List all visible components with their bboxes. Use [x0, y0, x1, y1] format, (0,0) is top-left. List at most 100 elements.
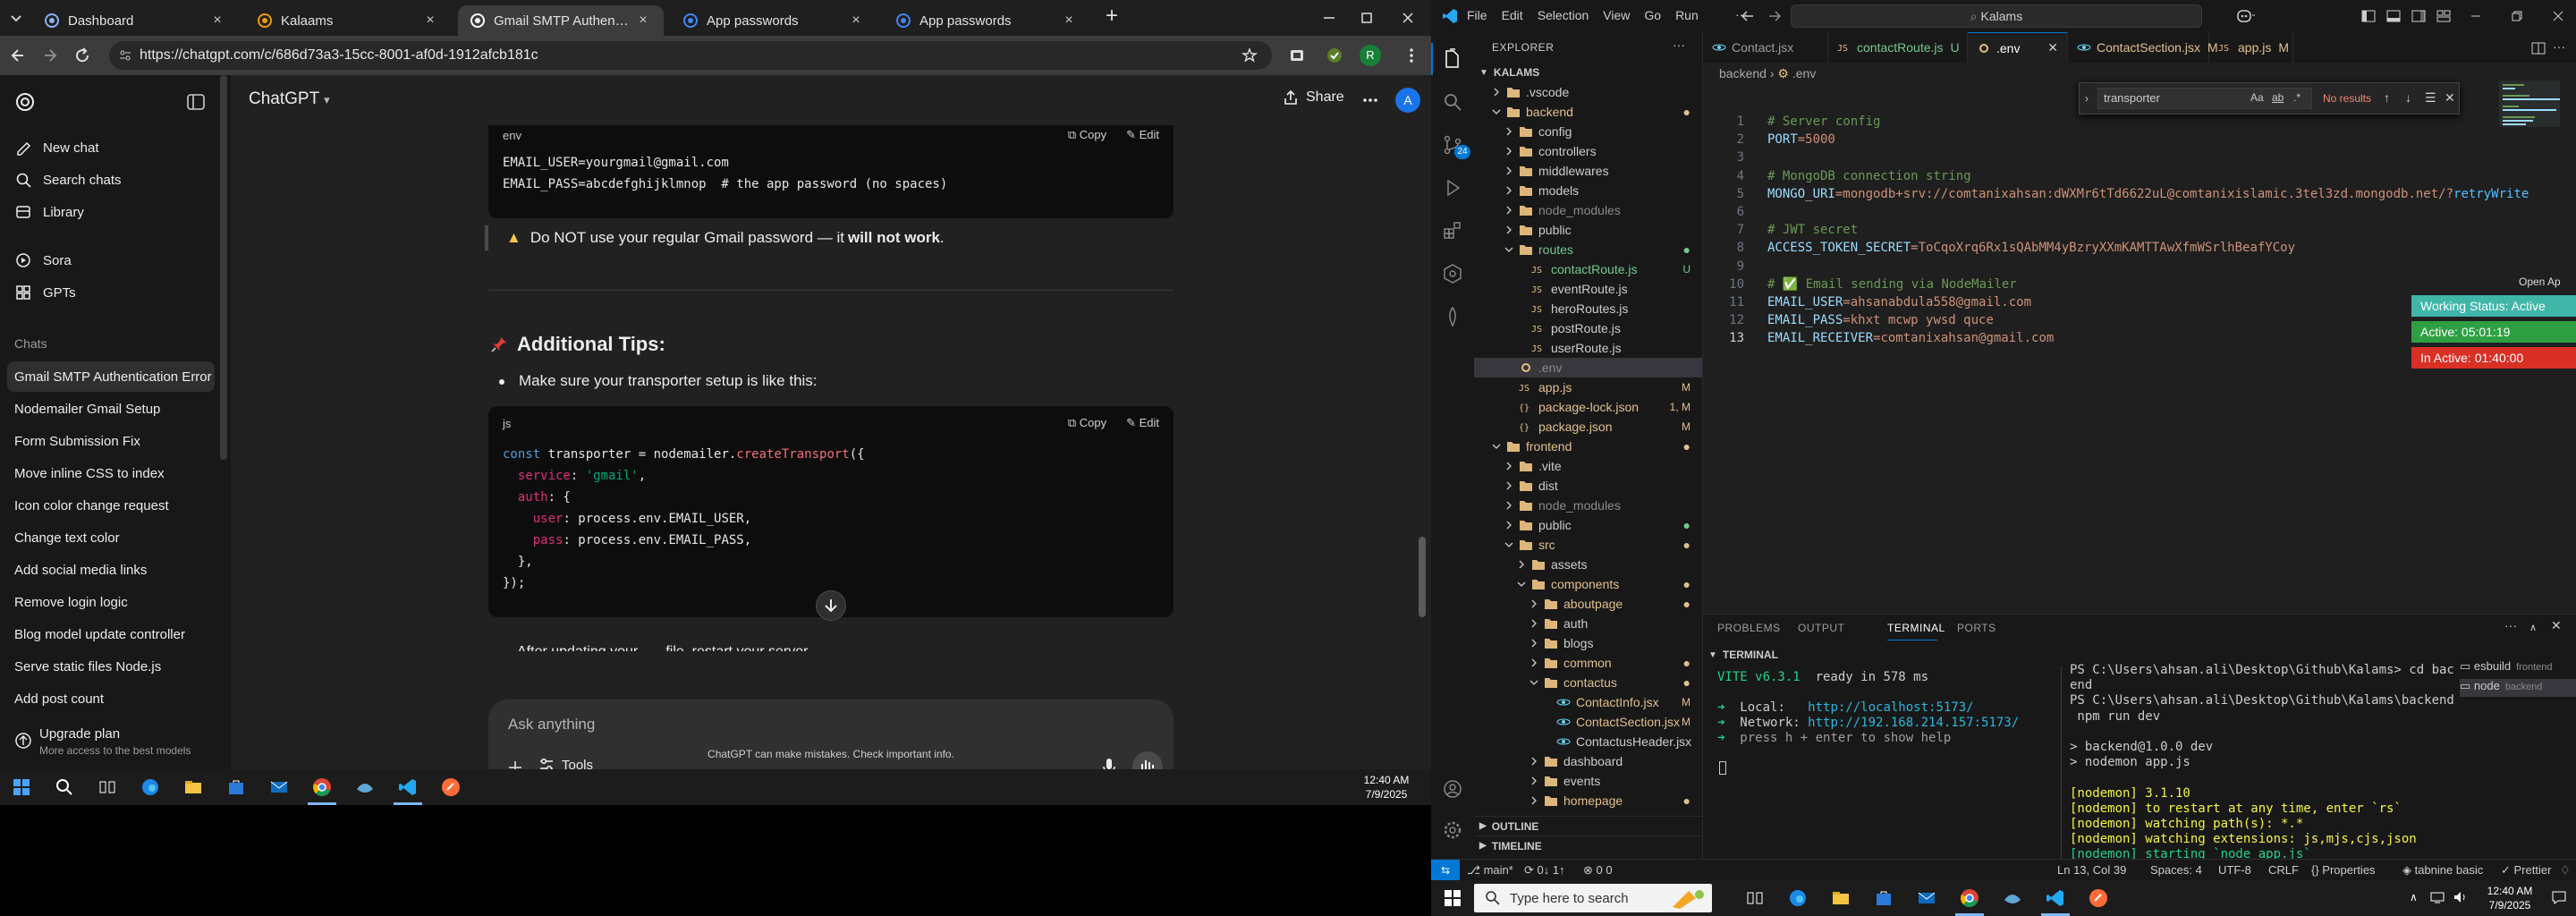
problems-indicator[interactable]: ⊗ 0 0 — [1583, 863, 1613, 878]
chat-history-item[interactable]: Serve static files Node.js — [7, 651, 215, 682]
menu-view[interactable]: View — [1603, 8, 1630, 22]
layout-sidebar-icon[interactable] — [2386, 9, 2401, 23]
chat-history-item[interactable]: Move inline CSS to index — [7, 458, 215, 488]
timeline-section[interactable]: ▶ TIMELINE — [1474, 835, 1702, 855]
browser-tab[interactable]: App passwords × — [884, 5, 1089, 36]
tree-folder[interactable]: homepage ● — [1474, 791, 1702, 810]
menu-go[interactable]: Go — [1644, 8, 1661, 22]
tree-file[interactable]: JS heroRoutes.js — [1474, 299, 1702, 318]
work-status-item[interactable]: In Active: 01:40:00 — [2411, 347, 2576, 369]
chat-history-item[interactable]: Icon color change request — [7, 490, 215, 521]
conversation-menu-icon[interactable] — [1361, 91, 1379, 109]
search-icon[interactable] — [1442, 91, 1463, 113]
taskbar-search-icon[interactable] — [54, 776, 75, 798]
app-icon[interactable] — [2002, 887, 2023, 909]
extension-badge-icon[interactable] — [1326, 47, 1343, 64]
minimize-icon[interactable] — [1320, 9, 1338, 27]
terminal-instance[interactable]: ▭ esbuild frontend — [2460, 659, 2576, 677]
prompt-input[interactable]: Ask anything — [508, 716, 595, 734]
forward-icon[interactable] — [41, 47, 59, 64]
tab-close-icon[interactable]: × — [1061, 13, 1077, 29]
browser-tab[interactable]: Kalaams × — [245, 5, 451, 36]
file-explorer-icon[interactable] — [1830, 887, 1852, 909]
find-input[interactable]: transporter Aa ab .* — [2097, 88, 2312, 109]
indentation[interactable]: Spaces: 4 — [2150, 863, 2202, 877]
tab-close-icon[interactable]: × — [635, 13, 651, 29]
git-sync[interactable]: ⟳ 0↓ 1↑ — [1524, 863, 1565, 878]
task-view-icon[interactable] — [97, 776, 118, 798]
editor-tab[interactable]: ContactSection.jsx M — [2068, 32, 2218, 63]
maximize-panel-icon[interactable]: ∧ — [2529, 622, 2537, 633]
chat-history-item[interactable]: Remove login logic — [7, 587, 215, 617]
tree-folder[interactable]: components ● — [1474, 574, 1702, 594]
tree-folder[interactable]: .vscode — [1474, 82, 1702, 102]
code-line[interactable]: 5 MONGO_URI=mongodb+srv://comtanixahsan:d… — [1703, 187, 2562, 205]
close-icon[interactable] — [1399, 9, 1417, 27]
editor-tab[interactable]: JS app.js M — [2209, 32, 2293, 63]
encoding[interactable]: UTF-8 — [2218, 863, 2251, 877]
sidebar-scrollbar[interactable] — [220, 75, 227, 460]
remote-indicator[interactable]: ⇆ — [1431, 860, 1460, 880]
account-icon[interactable] — [1442, 778, 1463, 800]
tree-folder[interactable]: public ● — [1474, 515, 1702, 535]
close-panel-icon[interactable]: ✕ — [2551, 618, 2562, 633]
tree-folder[interactable]: node_modules — [1474, 496, 1702, 515]
tab-close-icon[interactable]: × — [848, 13, 864, 29]
tab-search-icon[interactable] — [9, 11, 23, 25]
tree-folder[interactable]: controllers — [1474, 141, 1702, 161]
editor-tab[interactable]: JS contactRoute.js U — [1828, 32, 1968, 63]
terminal-section-header[interactable]: ▼ TERMINAL — [1703, 645, 2576, 665]
workspace-root[interactable]: ▼ KALAMS — [1474, 63, 1702, 82]
panel-more[interactable]: ··· — [2504, 618, 2517, 632]
task-view-icon[interactable] — [1744, 887, 1766, 909]
layout-secondary-icon[interactable] — [2411, 9, 2426, 23]
layout-panel-icon[interactable] — [2361, 9, 2376, 23]
chrome-taskbar-icon[interactable] — [311, 776, 333, 798]
chat-history-item[interactable]: Change text color — [7, 522, 215, 553]
browser-tab[interactable]: Dashboard × — [32, 5, 238, 36]
menu-run[interactable]: Run — [1675, 8, 1699, 22]
code-line[interactable]: 6 — [1703, 205, 2562, 223]
language-mode[interactable]: {} Properties — [2311, 863, 2376, 877]
tree-folder[interactable]: dashboard — [1474, 751, 1702, 771]
editor-more[interactable]: ··· — [2553, 39, 2565, 54]
panel-tab-problems[interactable]: PROBLEMS — [1717, 622, 1781, 634]
chat-scrollbar[interactable] — [1419, 537, 1426, 617]
tree-file[interactable]: JS eventRoute.js — [1474, 279, 1702, 299]
work-status-item[interactable]: Active: 05:01:19 — [2411, 321, 2576, 343]
menu-edit[interactable]: Edit — [1502, 8, 1523, 22]
panel-tab-output[interactable]: OUTPUT — [1798, 622, 1844, 634]
browser-menu-icon[interactable] — [1402, 47, 1420, 64]
tree-folder[interactable]: servicepage — [1474, 810, 1702, 814]
terminal-instance[interactable]: ▭ node backend — [2460, 679, 2576, 697]
terminal-backend[interactable]: PS C:\Users\ahsan.ali\Desktop\Github\Kal… — [2070, 663, 2454, 860]
notification-icon[interactable] — [2551, 889, 2567, 905]
tree-folder[interactable]: node_modules — [1474, 200, 1702, 220]
store-icon[interactable] — [1873, 887, 1894, 909]
tree-folder[interactable]: config — [1474, 122, 1702, 141]
split-editor-icon[interactable] — [2531, 41, 2546, 55]
new-tab-button[interactable]: + — [1106, 4, 1118, 29]
prettier-status[interactable]: ✓ Prettier — [2501, 863, 2551, 878]
menu-selection[interactable]: Selection — [1538, 8, 1589, 22]
tray-overflow-icon[interactable]: ∧ — [2410, 891, 2418, 903]
code-line[interactable]: 8 ACCESS_TOKEN_SECRET=ToCqoXrq6Rx1sQAbMM4… — [1703, 241, 2562, 259]
code-line[interactable]: 7 # JWT secret — [1703, 223, 2562, 241]
chat-history-item[interactable]: Add post count — [7, 683, 215, 714]
edit-button[interactable]: ✎ Edit — [1126, 128, 1159, 142]
tree-folder[interactable]: routes ● — [1474, 240, 1702, 259]
taskbar-search-box[interactable]: Type here to search — [1474, 884, 1712, 912]
code-line[interactable]: 2 PORT=5000 — [1703, 132, 2562, 150]
nav-forward-icon[interactable] — [1767, 9, 1782, 23]
explorer-more[interactable]: ··· — [1673, 38, 1685, 52]
tree-file[interactable]: JS app.js M — [1474, 377, 1702, 397]
chat-history-item[interactable]: Add social media links — [7, 555, 215, 585]
terminal-frontend[interactable]: VITE v6.3.1 ready in 578 ms ➜ Local: http… — [1717, 670, 2057, 849]
upgrade-plan[interactable]: Upgrade plan More access to the best mod… — [13, 725, 218, 760]
vscode-taskbar-icon[interactable] — [397, 776, 419, 798]
reload-icon[interactable] — [73, 47, 91, 64]
scroll-down-button[interactable] — [816, 590, 846, 621]
back-icon[interactable] — [9, 47, 27, 64]
tree-folder[interactable]: assets — [1474, 555, 1702, 574]
model-selector[interactable]: ChatGPT ▾ — [249, 89, 330, 109]
